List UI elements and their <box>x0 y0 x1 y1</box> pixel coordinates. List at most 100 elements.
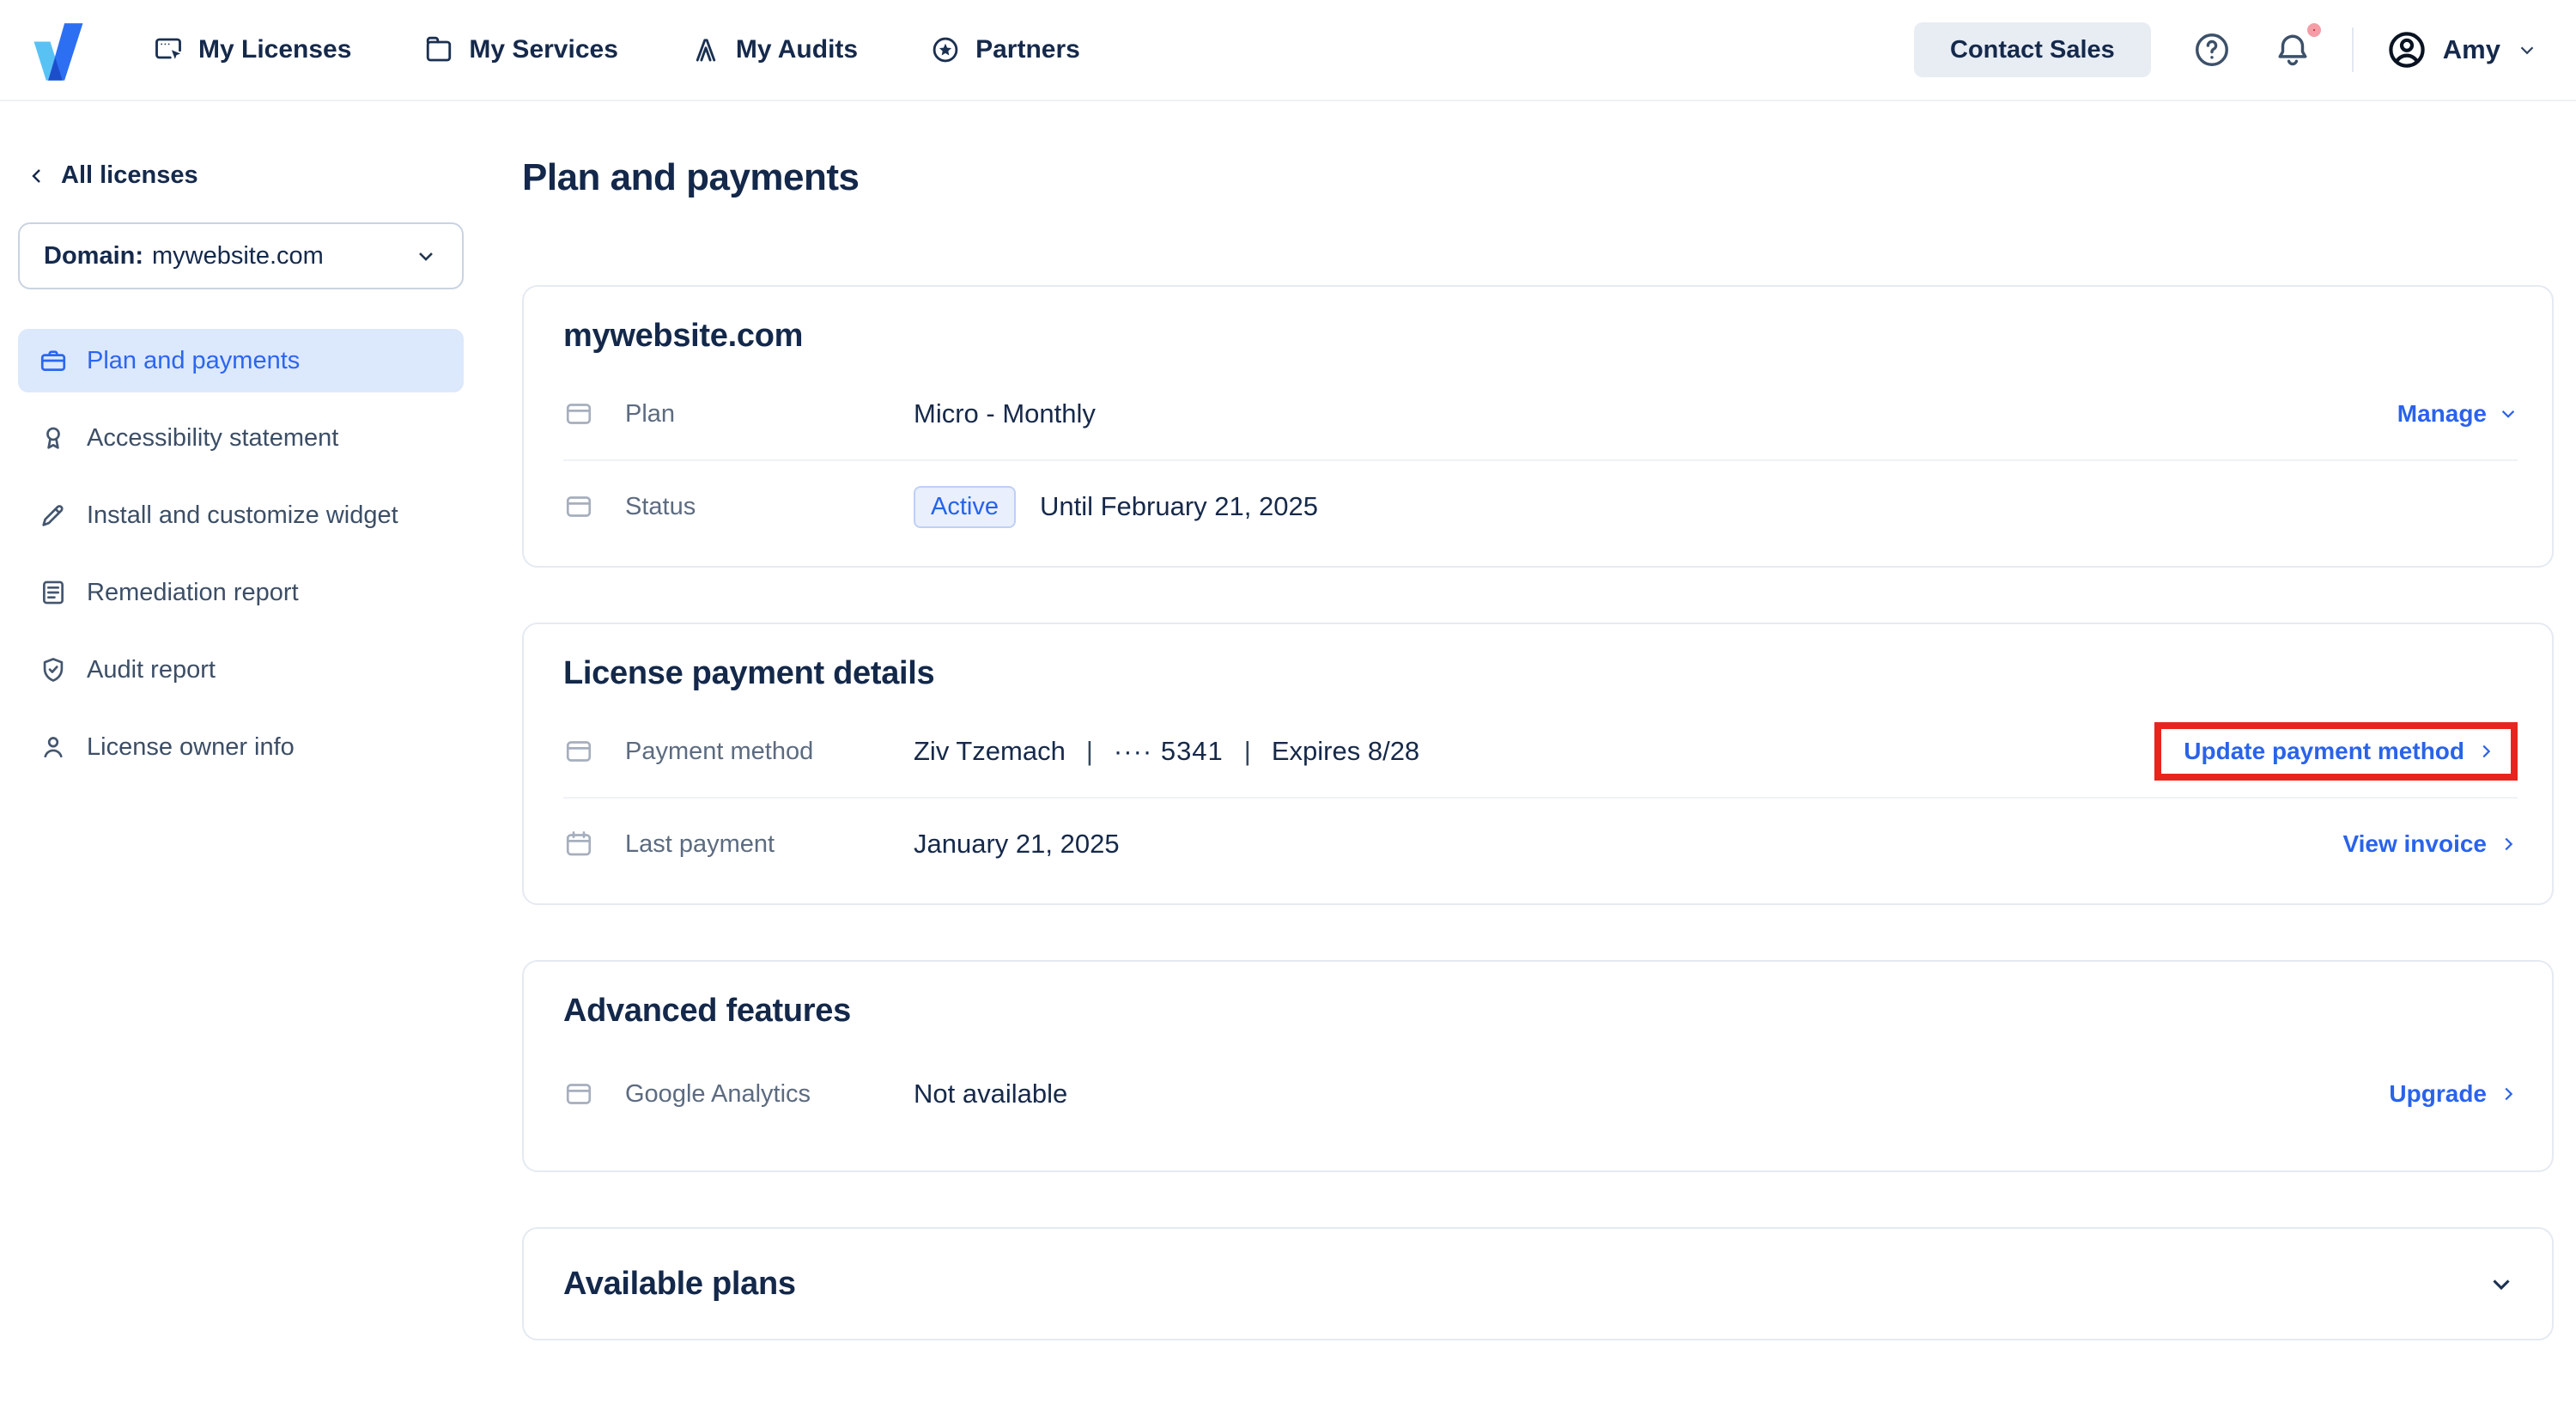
main-nav: My Licenses My Services My Audits Partne… <box>153 34 1080 65</box>
payment-card-title: License payment details <box>563 655 935 691</box>
credit-card-icon <box>563 736 598 767</box>
page-title: Plan and payments <box>522 156 860 198</box>
brand-logo-icon[interactable] <box>26 17 91 82</box>
calendar-icon <box>563 829 598 860</box>
header-divider <box>2351 27 2354 72</box>
separator: | <box>1243 736 1251 766</box>
nav-label: My Licenses <box>198 35 352 64</box>
partners-icon <box>933 37 958 63</box>
sidebar-item-install-customize-widget[interactable]: Install and customize widget <box>18 483 464 547</box>
award-icon <box>46 427 60 449</box>
notifications-button[interactable] <box>2273 23 2321 70</box>
briefcase-icon <box>40 350 66 371</box>
question-circle-icon <box>2195 33 2228 66</box>
red-highlight-annotation: Update payment method <box>2154 722 2518 781</box>
upgrade-button[interactable]: Upgrade <box>2389 1080 2518 1108</box>
plan-label: Plan <box>625 399 676 428</box>
manage-label: Manage <box>2397 400 2487 427</box>
manage-plan-button[interactable]: Manage <box>2397 400 2518 428</box>
google-analytics-row: Google Analytics Not available Upgrade <box>563 1043 2518 1145</box>
chevron-down-icon <box>2520 46 2534 55</box>
sidebar-item-audit-report[interactable]: Audit report <box>18 638 464 702</box>
sidebar-item-label: Remediation report <box>87 578 299 606</box>
sidebar: All licenses Domain: mywebsite.com Plan a… <box>0 101 483 779</box>
google-analytics-label: Google Analytics <box>625 1079 811 1108</box>
sidebar-item-accessibility-statement[interactable]: Accessibility statement <box>18 406 464 470</box>
shield-check-icon <box>43 658 64 682</box>
payment-method-value: Ziv Tzemach | ···· 5341 | Expires 8/28 <box>914 736 1419 767</box>
sidebar-item-plan-and-payments[interactable]: Plan and payments <box>18 329 464 392</box>
domain-text: Domain: mywebsite.com <box>44 242 324 270</box>
chevron-down-icon[interactable] <box>2487 1269 2516 1298</box>
advanced-features-card: Advanced features Google Analytics Not a… <box>522 960 2554 1172</box>
notification-dot <box>2306 23 2321 37</box>
status-row: Status Active Until February 21, 2025 <box>563 461 2518 552</box>
chevron-right-icon <box>2482 745 2491 758</box>
view-invoice-label: View invoice <box>2342 830 2487 857</box>
credit-card-icon <box>563 1079 598 1109</box>
last-payment-row: Last payment January 21, 2025 View invoi… <box>563 799 2518 890</box>
payment-method-row: Payment method Ziv Tzemach | ···· 5341 |… <box>563 706 2518 797</box>
person-icon <box>44 737 63 758</box>
google-analytics-value: Not available <box>914 1079 1068 1109</box>
nav-label: Partners <box>975 35 1080 64</box>
licenses-icon <box>155 38 181 59</box>
sidebar-item-label: Audit report <box>87 655 216 684</box>
last-payment-label: Last payment <box>625 830 775 858</box>
chevron-down-icon <box>419 252 433 261</box>
avatar-icon <box>2389 32 2425 68</box>
user-menu[interactable]: Amy <box>2386 29 2538 70</box>
pencil-icon <box>42 505 64 526</box>
sidebar-item-label: Install and customize widget <box>87 501 398 529</box>
update-payment-method-button[interactable]: Update payment method <box>2184 738 2495 765</box>
nav-label: My Audits <box>735 35 859 64</box>
available-plans-title: Available plans <box>563 1265 796 1302</box>
credit-card-icon <box>563 491 598 522</box>
status-badge: Active <box>914 485 1016 528</box>
back-all-licenses-link[interactable]: All licenses <box>18 161 464 190</box>
available-plans-card[interactable]: Available plans <box>522 1227 2554 1340</box>
nav-my-audits[interactable]: My Audits <box>690 34 858 65</box>
help-button[interactable] <box>2192 30 2232 70</box>
domain-selector[interactable]: Domain: mywebsite.com <box>18 222 464 289</box>
domain-card: mywebsite.com Plan Micro - Monthly Manag… <box>522 285 2554 568</box>
nav-my-services[interactable]: My Services <box>423 34 618 65</box>
services-icon <box>427 36 452 62</box>
nav-my-licenses[interactable]: My Licenses <box>153 34 351 65</box>
chevron-left-icon <box>32 168 40 183</box>
domain-label: Domain: <box>44 241 143 270</box>
card-last-digits: ···· 5341 <box>1113 736 1224 766</box>
cardholder-name: Ziv Tzemach <box>914 736 1066 766</box>
sidebar-item-license-owner-info[interactable]: License owner info <box>18 715 464 779</box>
credit-card-icon <box>563 398 598 429</box>
nav-partners[interactable]: Partners <box>930 34 1080 65</box>
sidebar-menu: Plan and payments Accessibility statemen… <box>18 329 464 779</box>
payment-method-label: Payment method <box>625 737 814 765</box>
sidebar-item-label: License owner info <box>87 732 295 761</box>
sidebar-item-label: Accessibility statement <box>87 423 339 452</box>
back-label: All licenses <box>61 161 198 189</box>
domain-card-title: mywebsite.com <box>563 318 804 354</box>
audits-icon <box>696 39 716 62</box>
chevron-right-icon <box>2505 837 2513 851</box>
plan-row: Plan Micro - Monthly Manage <box>563 368 2518 459</box>
advanced-card-title: Advanced features <box>563 993 851 1029</box>
chevron-right-icon <box>2505 1087 2513 1101</box>
card-expiry: Expires 8/28 <box>1271 736 1420 766</box>
nav-label: My Services <box>469 35 618 64</box>
sidebar-item-label: Plan and payments <box>87 346 301 374</box>
user-name: Amy <box>2442 34 2500 64</box>
bell-icon <box>2278 34 2307 66</box>
separator: | <box>1085 736 1093 766</box>
chevron-down-icon <box>2501 410 2515 418</box>
status-until-text: Until February 21, 2025 <box>1039 491 1318 521</box>
main-content: Plan and payments mywebsite.com Plan Mic… <box>483 101 2576 1340</box>
plan-value: Micro - Monthly <box>914 398 1096 428</box>
domain-value: mywebsite.com <box>152 241 324 270</box>
contact-sales-button[interactable]: Contact Sales <box>1914 22 2151 77</box>
document-icon <box>43 580 64 605</box>
license-payment-details-card: License payment details Payment method Z… <box>522 623 2554 905</box>
sidebar-item-remediation-report[interactable]: Remediation report <box>18 561 464 624</box>
view-invoice-button[interactable]: View invoice <box>2342 830 2518 858</box>
header-actions: Contact Sales Amy <box>1914 22 2538 77</box>
